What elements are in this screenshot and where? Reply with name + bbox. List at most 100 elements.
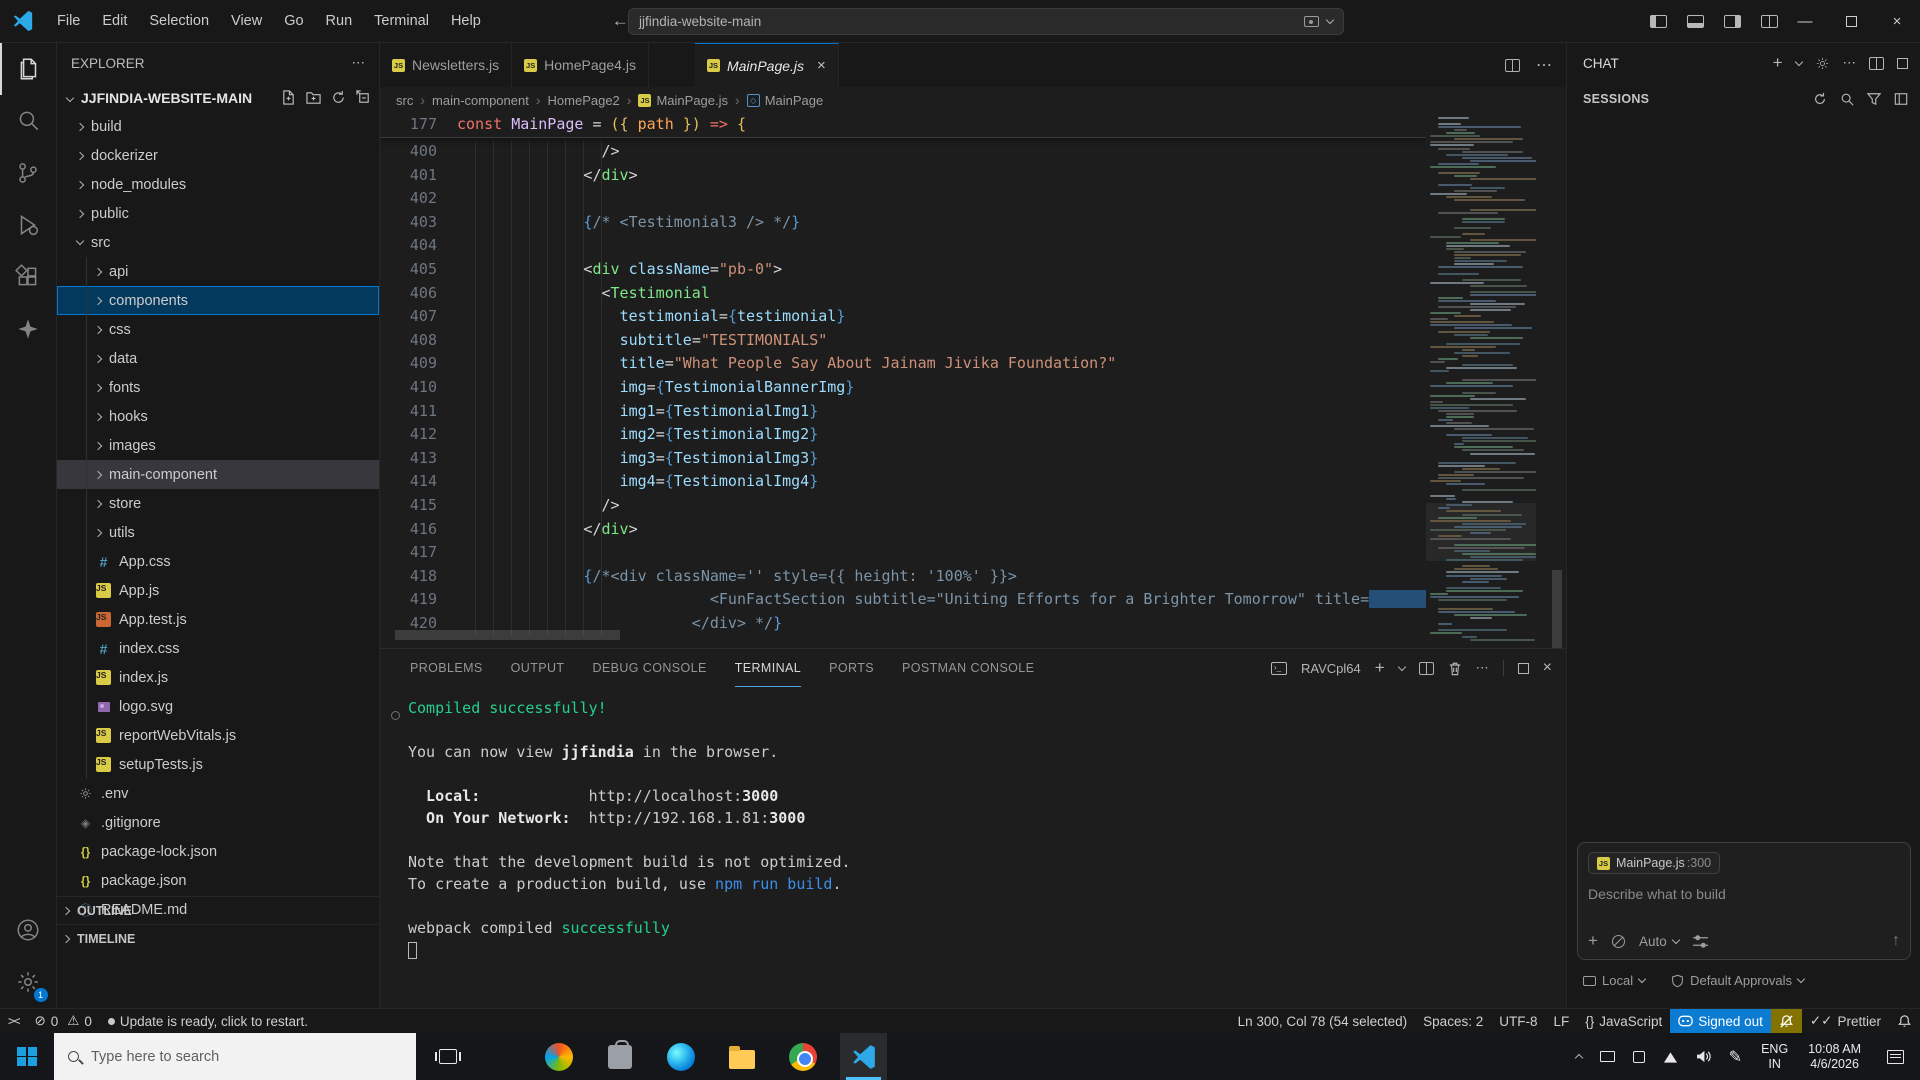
tree-item-src[interactable]: src [57,228,379,257]
toggle-panel-icon[interactable] [1687,15,1704,28]
send-icon[interactable]: ↑ [1892,932,1900,950]
menu-terminal[interactable]: Terminal [363,6,440,36]
breadcrumb-symbol[interactable]: ◇ MainPage [747,93,824,108]
tree-item-package-json[interactable]: {}package.json [57,866,379,895]
tree-item-app-css[interactable]: #App.css [57,547,379,576]
refresh-icon[interactable] [331,90,346,105]
extensions-activity-icon[interactable] [0,251,57,303]
search-activity-icon[interactable] [0,95,57,147]
tab-mainpage[interactable]: JS MainPage.js × [695,43,839,87]
new-folder-icon[interactable] [306,90,321,105]
tree-item-node-modules[interactable]: node_modules [57,170,379,199]
project-root-row[interactable]: JJFINDIA-WEBSITE-MAIN [57,83,379,112]
clock[interactable]: 10:08 AM4/6/2026 [1798,1042,1871,1072]
code-line-402[interactable]: 402 [380,187,1566,211]
tools-disabled-icon[interactable] [1612,935,1625,948]
tree-item-data[interactable]: data [57,344,379,373]
notifications-muted-badge[interactable] [1771,1009,1802,1034]
mode-dropdown[interactable]: Auto [1639,934,1679,949]
tree-item-logo-svg[interactable]: logo.svg [57,692,379,721]
sessions-filter-icon[interactable] [1867,92,1881,106]
code-line-404[interactable]: 404 [380,234,1566,258]
tree-item--gitignore[interactable]: ◈.gitignore [57,808,379,837]
cursor-position[interactable]: Ln 300, Col 78 (54 selected) [1230,1009,1416,1034]
menu-selection[interactable]: Selection [138,6,220,36]
command-center-search[interactable]: jjfindia-website-main [628,8,1344,35]
chat-approvals-dropdown[interactable]: Default Approvals [1671,973,1804,988]
problems-indicator[interactable]: ⊘0 ⚠0 [26,1009,99,1034]
tab-close-icon[interactable]: × [817,57,826,74]
code-line-411[interactable]: 411 img1={TestimonialImg1} [380,400,1566,424]
code-line-405[interactable]: 405 <div className="pb-0"> [380,258,1566,282]
context-chip[interactable]: JS MainPage.js:300 [1588,852,1720,874]
tree-item-hooks[interactable]: hooks [57,402,379,431]
sessions-refresh-icon[interactable] [1813,92,1827,106]
new-chat-icon[interactable]: + [1773,53,1783,73]
new-terminal-icon[interactable]: + [1375,658,1385,678]
code-line-414[interactable]: 414 img4={TestimonialImg4} [380,470,1566,494]
maximize-panel-icon[interactable] [1518,663,1529,674]
chat-local-dropdown[interactable]: Local [1583,973,1645,988]
sticky-scroll-line[interactable]: 177const MainPage = ({ path }) => { [380,113,1426,138]
code-line-416[interactable]: 416 </div> [380,518,1566,542]
chrome-app-icon[interactable] [779,1033,826,1080]
display-tray-icon[interactable] [1591,1051,1624,1062]
tree-item-public[interactable]: public [57,199,379,228]
breadcrumb-main-component[interactable]: main-component [432,93,529,108]
update-notice[interactable]: Update is ready, click to restart. [100,1009,316,1034]
prettier-status[interactable]: ✓✓Prettier [1802,1009,1889,1034]
accounts-icon[interactable] [0,904,57,956]
code-line-409[interactable]: 409 title="What People Say About Jainam … [380,352,1566,376]
tree-item-store[interactable]: store [57,489,379,518]
breadcrumb-homepage2[interactable]: HomePage2 [548,93,620,108]
taskbar-search[interactable]: Type here to search [54,1033,416,1080]
menu-help[interactable]: Help [440,6,492,36]
language-indicator[interactable]: ENGIN [1751,1042,1798,1072]
run-debug-activity-icon[interactable] [0,199,57,251]
minimap[interactable] [1426,113,1536,648]
tree-item-fonts[interactable]: fonts [57,373,379,402]
code-line-418[interactable]: 418 {/*<div className='' style={{ height… [380,565,1566,589]
volume-tray-icon[interactable] [1687,1050,1720,1063]
timeline-section[interactable]: TIMELINE [57,924,379,952]
tree-item-build[interactable]: build [57,112,379,141]
code-line-406[interactable]: 406 <Testimonial [380,282,1566,306]
breadcrumb-src[interactable]: src [396,93,413,108]
toggle-auxbar-icon[interactable] [1724,15,1741,28]
new-file-icon[interactable] [281,90,296,105]
chat-more-icon[interactable]: ⋯ [1843,55,1857,71]
code-line-419[interactable]: 419 <FunFactSection subtitle="Uniting Ef… [380,588,1566,612]
editor-more-icon[interactable]: ⋯ [1536,55,1552,75]
network-tray-icon[interactable] [1654,1051,1687,1063]
task-view-button[interactable] [424,1033,471,1080]
terminal-output[interactable]: Compiled successfully!You can now view j… [380,687,1566,1008]
back-arrow-icon[interactable]: ← [612,11,629,31]
remote-indicator[interactable]: >< [0,1009,26,1034]
menu-go[interactable]: Go [273,6,314,36]
code-line-401[interactable]: 401 </div> [380,164,1566,188]
store-app-icon[interactable] [596,1033,643,1080]
tree-item-setuptests-js[interactable]: JSsetupTests.js [57,750,379,779]
code-line-410[interactable]: 410 img={TestimonialBannerImg} [380,376,1566,400]
chat-open-editor-icon[interactable] [1869,57,1884,70]
split-editor-icon[interactable] [1505,59,1520,72]
tree-item-api[interactable]: api [57,257,379,286]
menu-file[interactable]: File [46,6,91,36]
horizontal-scrollbar[interactable] [395,630,620,640]
tree-item-images[interactable]: images [57,431,379,460]
tree-item-utils[interactable]: utils [57,518,379,547]
panel-more-icon[interactable]: ⋯ [1476,660,1489,676]
tree-item-css[interactable]: css [57,315,379,344]
device-tray-icon[interactable] [1624,1051,1654,1063]
eol[interactable]: LF [1545,1009,1577,1034]
tab-newsletters[interactable]: JS Newsletters.js [380,43,512,87]
chat-history-chevron-icon[interactable] [1794,57,1802,65]
code-line-417[interactable]: 417 [380,541,1566,565]
sessions-layout-icon[interactable] [1894,92,1908,106]
terminal-dropdown-icon[interactable] [1397,662,1405,670]
tree-item-reportwebvitals-js[interactable]: JSreportWebVitals.js [57,721,379,750]
tree-item-index-js[interactable]: JSindex.js [57,663,379,692]
code-line-413[interactable]: 413 img3={TestimonialImg3} [380,447,1566,471]
pen-tray-icon[interactable]: ✎ [1720,1047,1751,1067]
chat-input-box[interactable]: JS MainPage.js:300 Describe what to buil… [1577,842,1911,960]
